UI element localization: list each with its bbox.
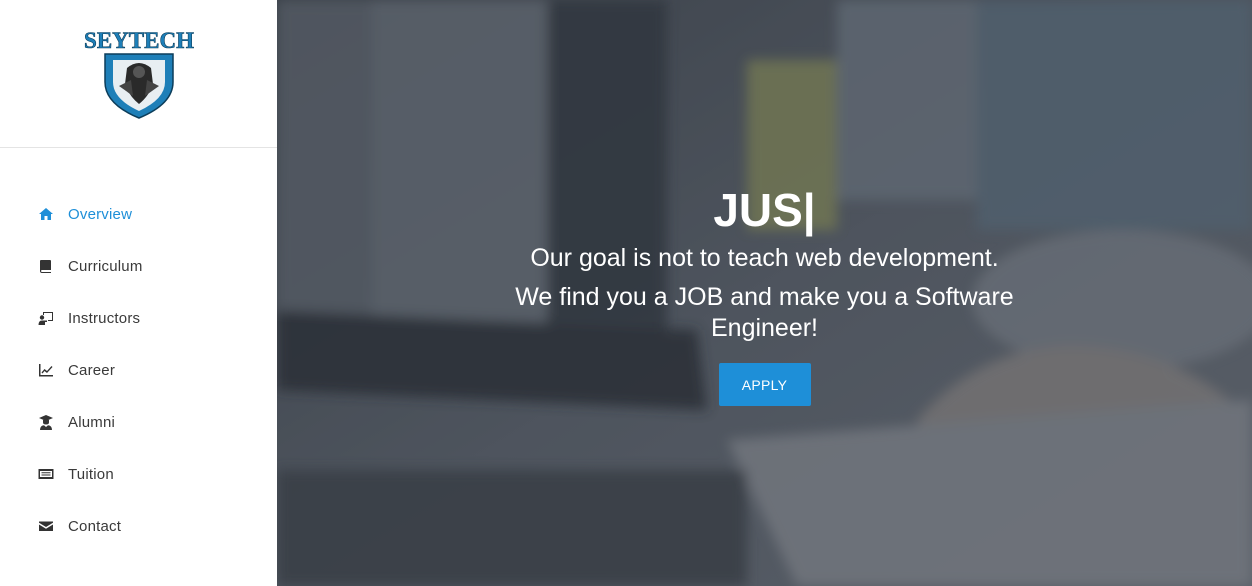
hero-content: JUS| Our goal is not to teach web develo… <box>277 0 1252 586</box>
sidebar-item-career[interactable]: Career <box>0 344 277 396</box>
hero-subtagline: We find you a JOB and make you a Softwar… <box>515 283 1014 342</box>
sidebar-nav: Overview Curriculum Instructors Career A… <box>0 148 277 552</box>
sidebar-item-label: Overview <box>68 205 133 223</box>
sidebar-item-label: Alumni <box>68 413 116 431</box>
svg-text:SEYTECH: SEYTECH <box>84 28 194 53</box>
hero-section: JUS| Our goal is not to teach web develo… <box>277 0 1252 586</box>
seytech-logo[interactable]: SEYTECH <box>83 24 195 120</box>
sidebar-item-alumni[interactable]: Alumni <box>0 396 277 448</box>
sidebar-item-tuition[interactable]: Tuition <box>0 448 277 500</box>
chalkboard-teacher-icon <box>38 310 54 326</box>
sidebar-item-label: Career <box>68 361 116 379</box>
book-icon <box>38 258 54 274</box>
logo-area: SEYTECH <box>0 0 277 148</box>
graduate-icon <box>38 414 54 430</box>
sidebar-item-label: Contact <box>68 517 122 535</box>
money-bill-icon <box>38 466 54 482</box>
sidebar-item-curriculum[interactable]: Curriculum <box>0 240 277 292</box>
sidebar-item-label: Instructors <box>68 309 141 327</box>
sidebar-item-label: Curriculum <box>68 257 143 275</box>
apply-button[interactable]: APPLY <box>718 363 811 406</box>
sidebar: SEYTECH Overview Curriculum Instructors … <box>0 0 277 586</box>
line-chart-icon <box>38 362 54 378</box>
sidebar-item-label: Tuition <box>68 465 114 483</box>
envelope-icon <box>38 518 54 534</box>
home-icon <box>38 206 54 222</box>
hero-tagline: Our goal is not to teach web development… <box>530 244 999 272</box>
sidebar-item-contact[interactable]: Contact <box>0 500 277 552</box>
sidebar-item-overview[interactable]: Overview <box>0 188 277 240</box>
hero-title: JUS| <box>713 184 816 236</box>
sidebar-item-instructors[interactable]: Instructors <box>0 292 277 344</box>
